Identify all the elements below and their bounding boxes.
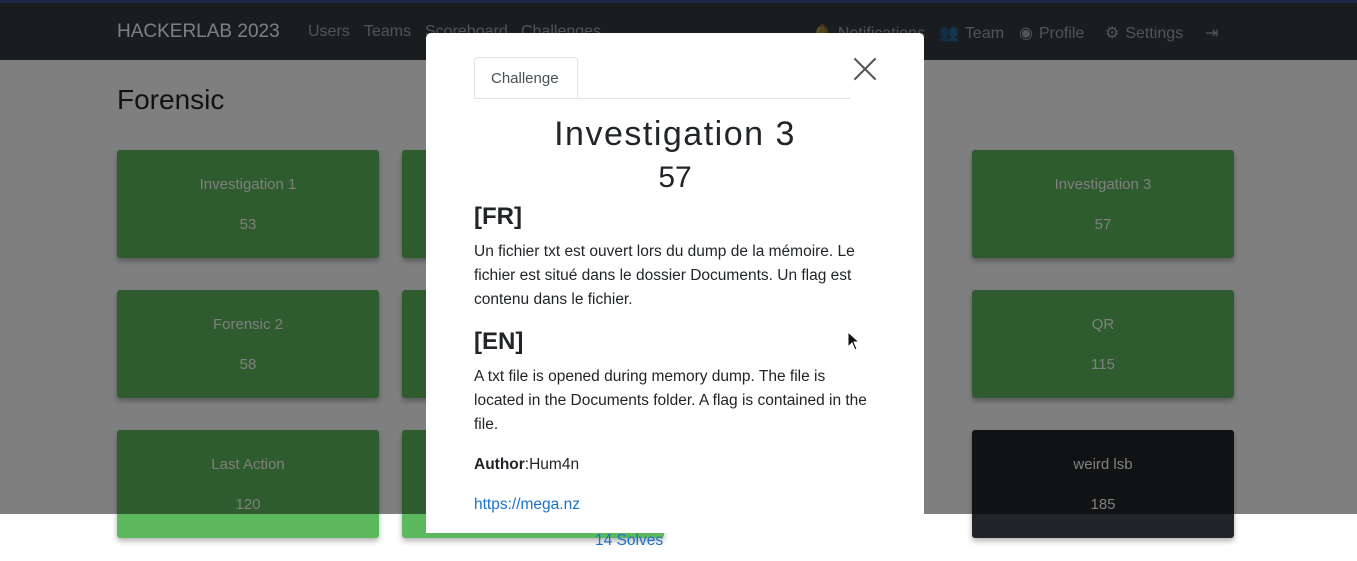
challenge-title: Investigation 3 — [554, 115, 796, 153]
en-description: A txt file is opened during memory dump.… — [474, 368, 867, 433]
author-value: :Hum4n — [524, 456, 580, 473]
close-icon[interactable] — [853, 57, 877, 81]
tab-solves[interactable]: 14 Solves — [579, 520, 679, 561]
author-line: Author:Hum4n — [474, 456, 579, 474]
fr-description: Un fichier txt est ouvert lors du dump d… — [474, 243, 855, 308]
mouse-cursor-icon — [847, 331, 861, 351]
challenge-link[interactable]: https://mega.nz — [474, 496, 580, 514]
challenge-value: 57 — [658, 161, 692, 194]
modal-tabs: Challenge 14 Solves — [474, 57, 850, 549]
tab-challenge[interactable]: Challenge — [474, 57, 578, 98]
author-label: Author — [474, 456, 525, 473]
fr-heading: [FR] — [474, 203, 522, 230]
challenge-modal: Challenge 14 Solves Investigation 3 57 [… — [426, 33, 924, 549]
en-heading: [EN] — [474, 328, 524, 355]
